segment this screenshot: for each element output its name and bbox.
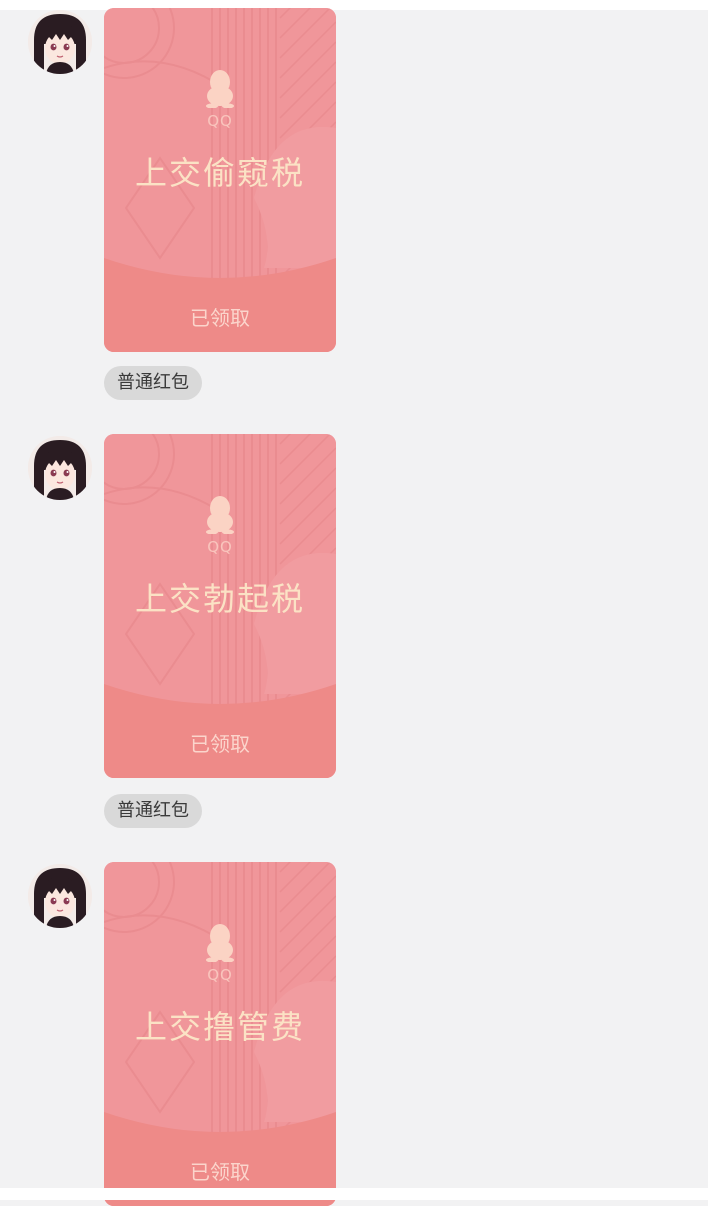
qq-penguin-icon bbox=[206, 924, 234, 962]
sender-avatar[interactable] bbox=[28, 436, 92, 500]
packet-wish-text: 上交撸管费 bbox=[134, 1008, 305, 1046]
sender-avatar[interactable] bbox=[28, 864, 92, 928]
anime-girl-avatar-icon bbox=[28, 436, 92, 500]
red-packet-card[interactable]: QQ 上交偷窥税 已领取 bbox=[104, 8, 336, 352]
red-packet-card[interactable]: QQ 上交勃起税 已领取 bbox=[104, 434, 336, 778]
anime-girl-avatar-icon bbox=[28, 10, 92, 74]
brand-label: QQ bbox=[207, 538, 233, 556]
brand-label: QQ bbox=[207, 112, 233, 130]
packet-status: 已领取 bbox=[190, 1160, 250, 1184]
brand-label: QQ bbox=[207, 966, 233, 984]
qq-penguin-icon bbox=[206, 70, 234, 108]
packet-wish-text: 上交偷窥税 bbox=[134, 154, 305, 192]
bottom-divider bbox=[0, 1188, 708, 1200]
packet-status: 已领取 bbox=[190, 306, 250, 330]
sender-avatar[interactable] bbox=[28, 10, 92, 74]
packet-status: 已领取 bbox=[190, 732, 250, 756]
qq-penguin-icon bbox=[206, 496, 234, 534]
anime-girl-avatar-icon bbox=[28, 864, 92, 928]
packet-wish-text: 上交勃起税 bbox=[134, 580, 305, 618]
packet-type-tag: 普通红包 bbox=[104, 794, 202, 828]
packet-type-tag: 普通红包 bbox=[104, 366, 202, 400]
red-packet-card[interactable]: QQ 上交撸管费 已领取 bbox=[104, 862, 336, 1206]
